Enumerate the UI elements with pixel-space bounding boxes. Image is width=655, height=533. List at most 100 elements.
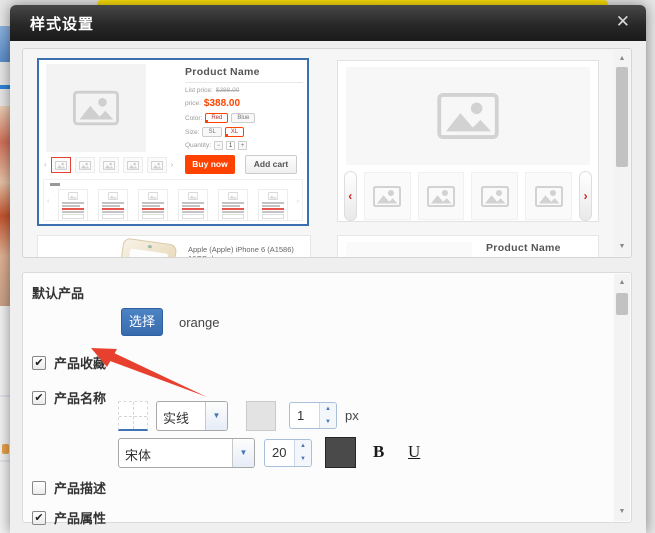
thumbnail-carousel: ‹ ›	[344, 171, 592, 221]
default-product-label: 默认产品	[32, 283, 84, 302]
thumbnail[interactable]	[364, 172, 411, 220]
product-name-checkbox[interactable]: ✔	[32, 391, 46, 405]
image-placeholder-icon	[73, 90, 119, 126]
product-favorite-checkbox[interactable]: ✔	[32, 356, 46, 370]
color-option-blue[interactable]: Blue	[231, 113, 255, 123]
scroll-up-icon[interactable]: ▲	[614, 276, 630, 290]
form-scrollbar[interactable]: ▲ ▼	[614, 274, 630, 521]
border-style-select[interactable]: 实线 ▼	[156, 401, 228, 431]
list-price-value: $388.00	[216, 87, 240, 94]
product-description-label: 产品描述	[54, 478, 106, 497]
border-side-picker[interactable]	[118, 401, 148, 431]
thumbnail[interactable]	[123, 157, 143, 173]
related-product-card[interactable]	[58, 189, 88, 221]
size-option-sl[interactable]: SL	[202, 127, 221, 137]
image-placeholder-icon	[103, 161, 115, 170]
thumbnail[interactable]	[471, 172, 518, 220]
template-preview-panel: Product Name List price: $388.00 price: …	[22, 48, 632, 258]
image-placeholder-icon	[108, 192, 118, 200]
product-attributes-checkbox[interactable]: ✔	[32, 511, 46, 525]
font-color-swatch[interactable]	[325, 437, 356, 468]
scroll-down-icon[interactable]: ▼	[614, 240, 630, 254]
thumbnail[interactable]	[99, 157, 119, 173]
spinner-up-icon[interactable]: ▲	[295, 440, 311, 453]
dialog-title: 样式设置	[30, 13, 94, 34]
product-description-checkbox[interactable]	[32, 481, 46, 495]
related-product-card[interactable]	[138, 189, 168, 221]
product-name-label: 产品名称	[54, 388, 106, 407]
chevron-down-icon: ▼	[232, 439, 254, 467]
chevron-left-icon[interactable]: ‹	[44, 157, 47, 173]
template-option-3[interactable]: Apple (Apple) iPhone 6 (A1586) 16GB deep	[37, 235, 311, 258]
image-placeholder-icon	[68, 192, 78, 200]
chevron-down-icon: ▼	[205, 402, 227, 430]
chevron-right-icon[interactable]: ›	[297, 198, 299, 205]
thumbnail-selected[interactable]	[51, 157, 71, 173]
image-placeholder-icon	[268, 192, 278, 200]
border-width-stepper[interactable]: 1 ▲ ▼	[289, 402, 337, 429]
font-family-select[interactable]: 宋体 ▼	[118, 438, 255, 468]
list-price-label: List price:	[185, 87, 213, 94]
thumbnail[interactable]	[418, 172, 465, 220]
product-info-block: Product Name List price: $388.00 price: …	[185, 66, 303, 150]
thumbnail[interactable]	[525, 172, 572, 220]
thumbnail[interactable]	[75, 157, 95, 173]
image-placeholder-icon	[228, 192, 238, 200]
spinner-down-icon[interactable]: ▼	[320, 416, 336, 429]
settings-form-panel: 默认产品 选择 orange ✔ 产品收藏 ✔ 产品名称 实线 ▼ 1 ▲ ▼ …	[22, 272, 632, 523]
product-attributes-label: 产品属性	[54, 508, 106, 527]
selected-product-value: orange	[179, 315, 219, 330]
related-label-fragment	[50, 183, 60, 186]
background-page-icon-fragment	[2, 444, 9, 454]
price-label: price:	[185, 100, 201, 107]
size-label: Size:	[185, 129, 199, 136]
related-product-card[interactable]	[178, 189, 208, 221]
scroll-down-icon[interactable]: ▼	[614, 505, 630, 519]
related-product-card[interactable]	[218, 189, 248, 221]
border-style-value: 实线	[157, 402, 205, 430]
carousel-prev-button[interactable]: ‹	[344, 171, 357, 221]
border-width-value: 1	[290, 403, 319, 428]
quantity-plus-button[interactable]: +	[238, 141, 247, 150]
thumbnail[interactable]	[147, 157, 167, 173]
background-page-fragment-blue-block	[0, 26, 10, 62]
font-family-value: 宋体	[119, 439, 232, 467]
chevron-right-icon[interactable]: ›	[171, 157, 174, 173]
preview-scrollbar[interactable]: ▲ ▼	[614, 50, 630, 256]
bold-button[interactable]: B	[373, 442, 384, 462]
template-option-1-selected[interactable]: Product Name List price: $388.00 price: …	[37, 58, 309, 226]
scrollbar-thumb[interactable]	[616, 67, 628, 167]
image-placeholder-icon	[373, 186, 401, 207]
size-option-xl[interactable]: XL	[225, 127, 244, 137]
price-text-fragment	[188, 257, 286, 258]
carousel-next-button[interactable]: ›	[579, 171, 592, 221]
spinner-down-icon[interactable]: ▼	[295, 453, 311, 466]
quantity-minus-button[interactable]: −	[214, 141, 223, 150]
related-product-card[interactable]	[258, 189, 288, 221]
product-favorite-label: 产品收藏	[54, 353, 106, 372]
add-cart-button[interactable]: Add cart	[245, 155, 297, 174]
spinner-up-icon[interactable]: ▲	[320, 403, 336, 416]
color-label: Color:	[185, 115, 202, 122]
image-placeholder-icon	[481, 186, 509, 207]
underline-button[interactable]: U	[408, 442, 420, 462]
chevron-left-icon[interactable]: ‹	[47, 198, 49, 205]
scroll-up-icon[interactable]: ▲	[614, 52, 630, 66]
buy-now-button[interactable]: Buy now	[185, 155, 235, 174]
color-option-red[interactable]: Red	[205, 113, 228, 123]
iphone-product-image	[117, 237, 178, 258]
font-size-stepper[interactable]: 20 ▲ ▼	[264, 439, 312, 467]
scrollbar-thumb[interactable]	[616, 293, 628, 315]
image-placeholder-icon	[535, 186, 563, 207]
template-option-4[interactable]: Product Name List price: $388.00	[337, 235, 599, 258]
select-product-button[interactable]: 选择	[121, 308, 163, 336]
quantity-label: Quantity:	[185, 142, 211, 149]
related-product-card[interactable]	[98, 189, 128, 221]
close-icon[interactable]: ✕	[616, 12, 630, 32]
image-placeholder-icon	[148, 192, 158, 200]
image-placeholder-icon	[79, 161, 91, 170]
border-color-swatch[interactable]	[246, 401, 276, 431]
template-option-2[interactable]: ‹ ›	[337, 60, 599, 222]
product-image-placeholder	[346, 242, 472, 258]
product-favorite-row: ✔ 产品收藏	[32, 353, 106, 372]
